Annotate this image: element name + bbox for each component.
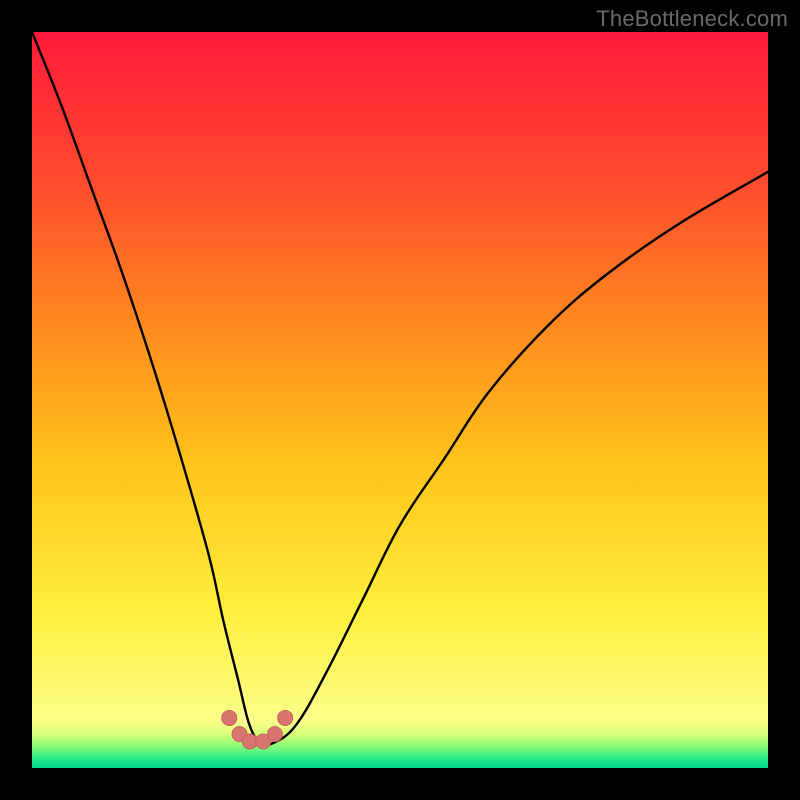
- valley-marker: [222, 710, 237, 725]
- watermark-text: TheBottleneck.com: [596, 6, 788, 32]
- valley-marker: [278, 710, 293, 725]
- valley-marker: [267, 727, 282, 742]
- plot-area: [32, 32, 768, 768]
- curve-layer: [32, 32, 768, 768]
- chart-frame: TheBottleneck.com: [0, 0, 800, 800]
- valley-markers: [222, 710, 293, 749]
- bottleneck-curve: [32, 32, 768, 745]
